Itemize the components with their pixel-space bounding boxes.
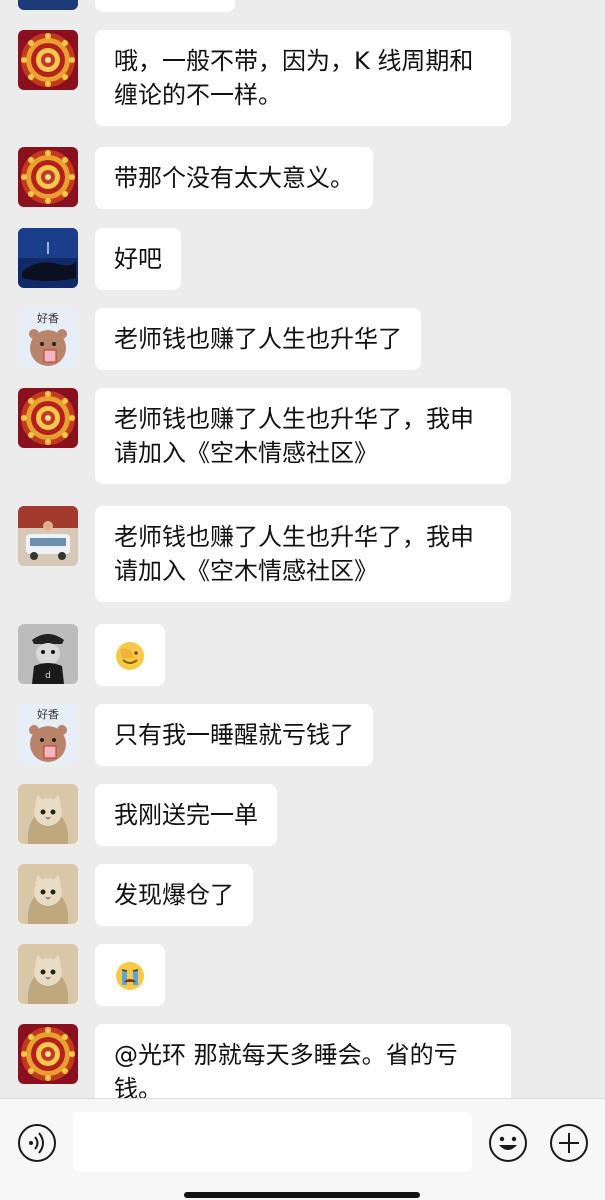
message-input[interactable]	[73, 1112, 472, 1172]
smiley-icon[interactable]	[488, 1123, 528, 1163]
message-bubble[interactable]: 好吧	[95, 228, 181, 290]
chat-history[interactable]: 哦，一般不带，因为，K 线周期和缠论的不一样。 带那个没有太大意义。 好吧 老师…	[0, 0, 605, 1098]
message-bubble[interactable]: @光环 那就每天多睡会。省的亏钱。	[95, 1024, 511, 1098]
message-bubble[interactable]: 只有我一睡醒就亏钱了	[95, 704, 373, 766]
message-bubble[interactable]: 我刚送完一单	[95, 784, 277, 846]
voice-icon[interactable]	[17, 1123, 57, 1163]
message-bubble[interactable]: 哦，一般不带，因为，K 线周期和缠论的不一样。	[95, 30, 511, 126]
message-bubble[interactable]: 发现爆仓了	[95, 864, 253, 926]
dog-cap-avatar[interactable]	[18, 624, 78, 684]
cat-avatar[interactable]	[18, 944, 78, 1004]
cat-avatar[interactable]	[18, 784, 78, 844]
partial-message-bubble	[95, 0, 235, 12]
whale-night-avatar[interactable]	[18, 228, 78, 288]
message-bubble[interactable]	[95, 624, 165, 686]
mandala-avatar[interactable]	[18, 388, 78, 448]
partial-avatar	[18, 0, 78, 10]
mandala-avatar[interactable]	[18, 30, 78, 90]
mandala-avatar[interactable]	[18, 1024, 78, 1084]
loudly-crying-emoji	[114, 960, 146, 992]
plus-icon[interactable]	[549, 1123, 589, 1163]
bear-sticker-avatar[interactable]	[18, 308, 78, 368]
message-bubble[interactable]: 带那个没有太大意义。	[95, 147, 373, 209]
bear-sticker-avatar[interactable]	[18, 704, 78, 764]
mandala-avatar[interactable]	[18, 147, 78, 207]
message-bubble[interactable]: 老师钱也赚了人生也升华了，我申请加入《空木情感社区》	[95, 388, 511, 484]
message-bubble[interactable]: 老师钱也赚了人生也升华了	[95, 308, 421, 370]
message-bubble[interactable]	[95, 944, 165, 1006]
message-bubble[interactable]: 老师钱也赚了人生也升华了，我申请加入《空木情感社区》	[95, 506, 511, 602]
facepalm-emoji	[114, 640, 146, 672]
car-photo-avatar[interactable]	[18, 506, 78, 566]
chat-input-bar	[0, 1098, 605, 1200]
home-indicator[interactable]	[184, 1192, 420, 1198]
cat-avatar[interactable]	[18, 864, 78, 924]
